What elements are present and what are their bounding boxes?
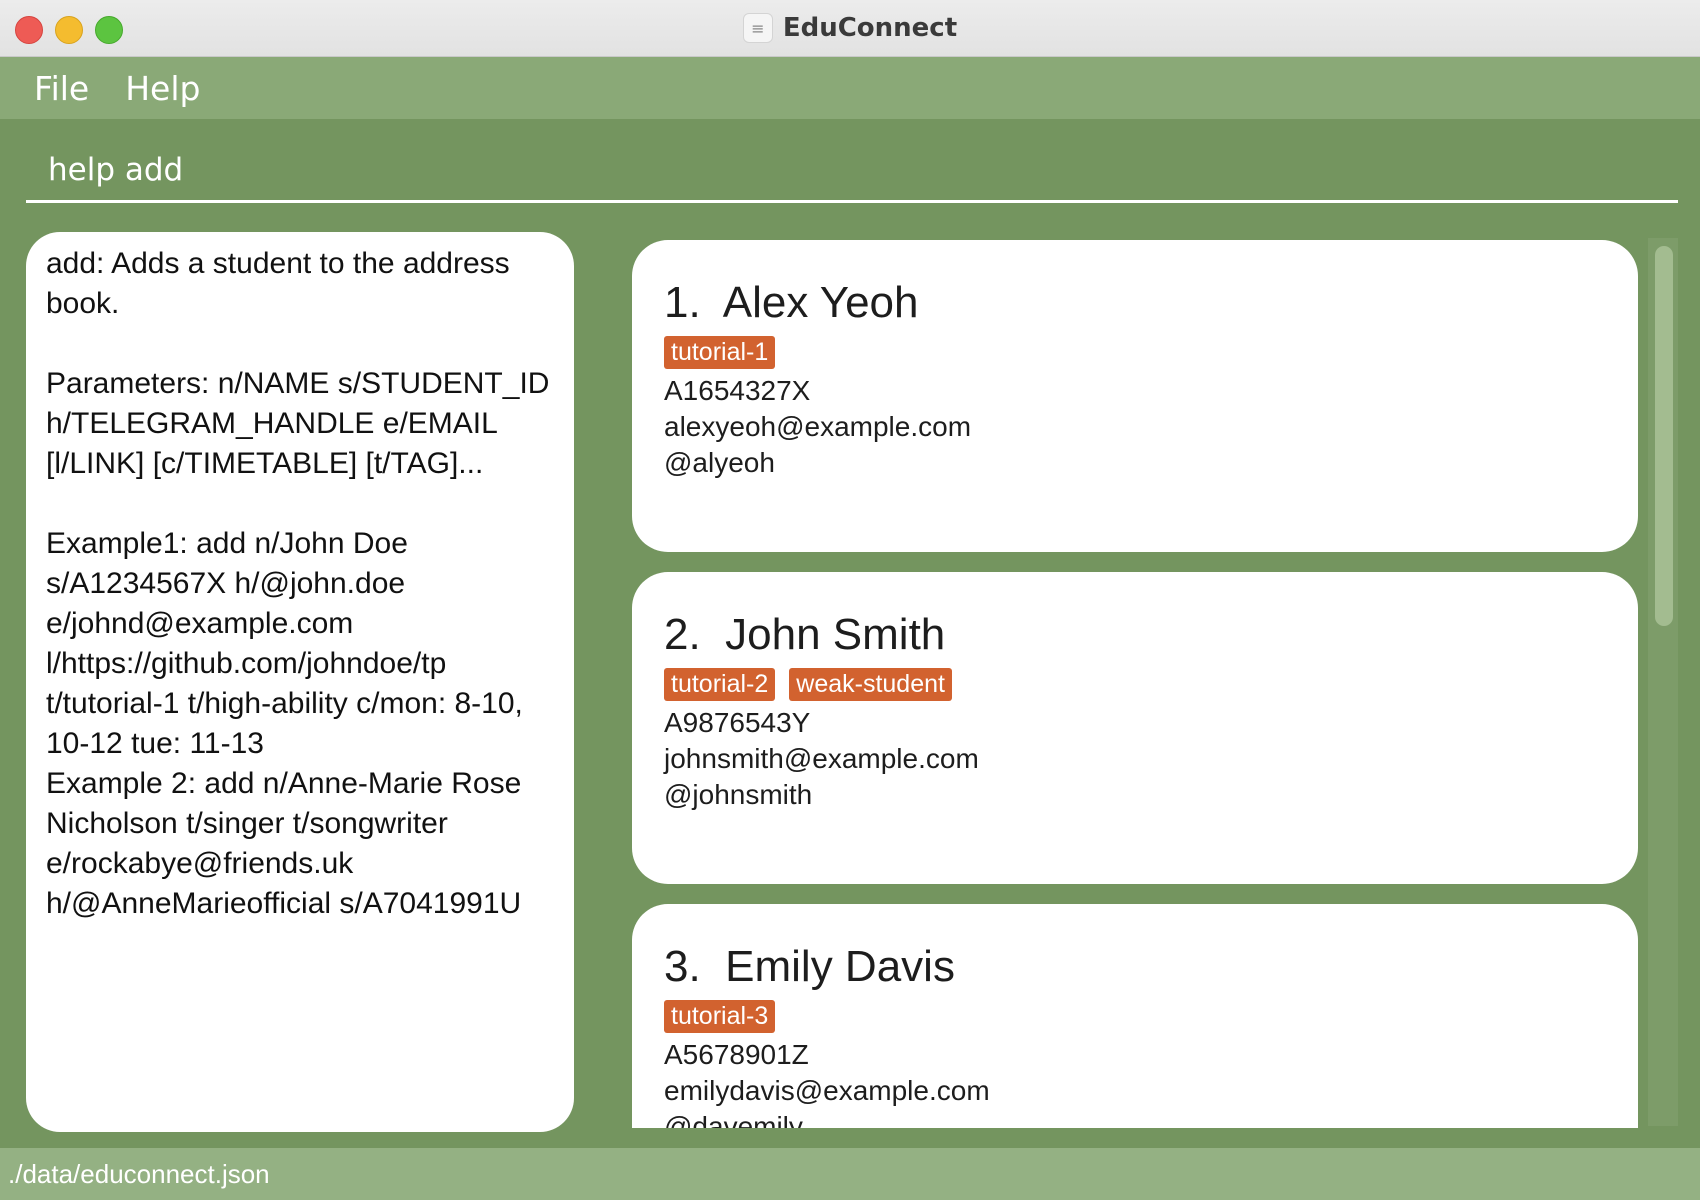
student-id: A5678901Z bbox=[664, 1039, 809, 1070]
person-name-line: 1. Alex Yeoh bbox=[664, 276, 1638, 330]
tag: tutorial-2 bbox=[664, 668, 776, 701]
app-window: ≡ EduConnect File Help add: Adds a stude… bbox=[0, 0, 1700, 1200]
tag: tutorial-3 bbox=[664, 1000, 776, 1033]
menu-file[interactable]: File bbox=[0, 69, 107, 108]
person-index: 2. bbox=[664, 610, 701, 659]
email: emilydavis@example.com bbox=[664, 1075, 990, 1106]
student-id: A9876543Y bbox=[664, 707, 811, 738]
telegram-handle: @davemily bbox=[664, 1111, 803, 1128]
email: johnsmith@example.com bbox=[664, 743, 979, 774]
person-name: Alex Yeoh bbox=[722, 278, 919, 327]
person-name-line: 2. John Smith bbox=[664, 608, 1638, 662]
result-text: add: Adds a student to the address book.… bbox=[46, 247, 550, 920]
result-display[interactable]: add: Adds a student to the address book.… bbox=[26, 232, 574, 1132]
command-input[interactable] bbox=[26, 140, 1678, 200]
scrollbar-thumb[interactable] bbox=[1655, 246, 1673, 626]
person-card[interactable]: 3. Emily Davis tutorial-3 A5678901Z emil… bbox=[632, 904, 1638, 1128]
student-id: A1654327X bbox=[664, 375, 811, 406]
data-file-path: ./data/educonnect.json bbox=[8, 1158, 270, 1189]
tag: weak-student bbox=[789, 668, 952, 701]
tag: tutorial-1 bbox=[664, 336, 776, 369]
menu-bar: File Help bbox=[0, 57, 1700, 119]
tag-list: tutorial-3 bbox=[664, 1000, 1638, 1033]
title-bar: ≡ EduConnect bbox=[0, 0, 1700, 57]
person-index: 1. bbox=[664, 278, 701, 327]
person-list[interactable]: 1. Alex Yeoh tutorial-1 A1654327X alexye… bbox=[632, 240, 1638, 1128]
command-box bbox=[26, 140, 1678, 203]
tag-list: tutorial-2 weak-student bbox=[664, 668, 1638, 701]
telegram-handle: @johnsmith bbox=[664, 779, 813, 810]
window-title-text: EduConnect bbox=[782, 13, 958, 43]
window-title: ≡ EduConnect bbox=[0, 0, 1700, 56]
person-name: John Smith bbox=[725, 610, 946, 659]
person-name-line: 3. Emily Davis bbox=[664, 940, 1638, 994]
person-card[interactable]: 1. Alex Yeoh tutorial-1 A1654327X alexye… bbox=[632, 240, 1638, 552]
person-name: Emily Davis bbox=[725, 942, 955, 991]
email: alexyeoh@example.com bbox=[664, 411, 972, 442]
person-card[interactable]: 2. John Smith tutorial-2 weak-student A9… bbox=[632, 572, 1638, 884]
telegram-handle: @alyeoh bbox=[664, 447, 775, 478]
app-icon: ≡ bbox=[742, 13, 773, 43]
person-index: 3. bbox=[664, 942, 701, 991]
tag-list: tutorial-1 bbox=[664, 336, 1638, 369]
status-bar: ./data/educonnect.json bbox=[0, 1148, 1700, 1200]
menu-help[interactable]: Help bbox=[107, 69, 218, 108]
list-scrollbar[interactable] bbox=[1648, 238, 1678, 1126]
